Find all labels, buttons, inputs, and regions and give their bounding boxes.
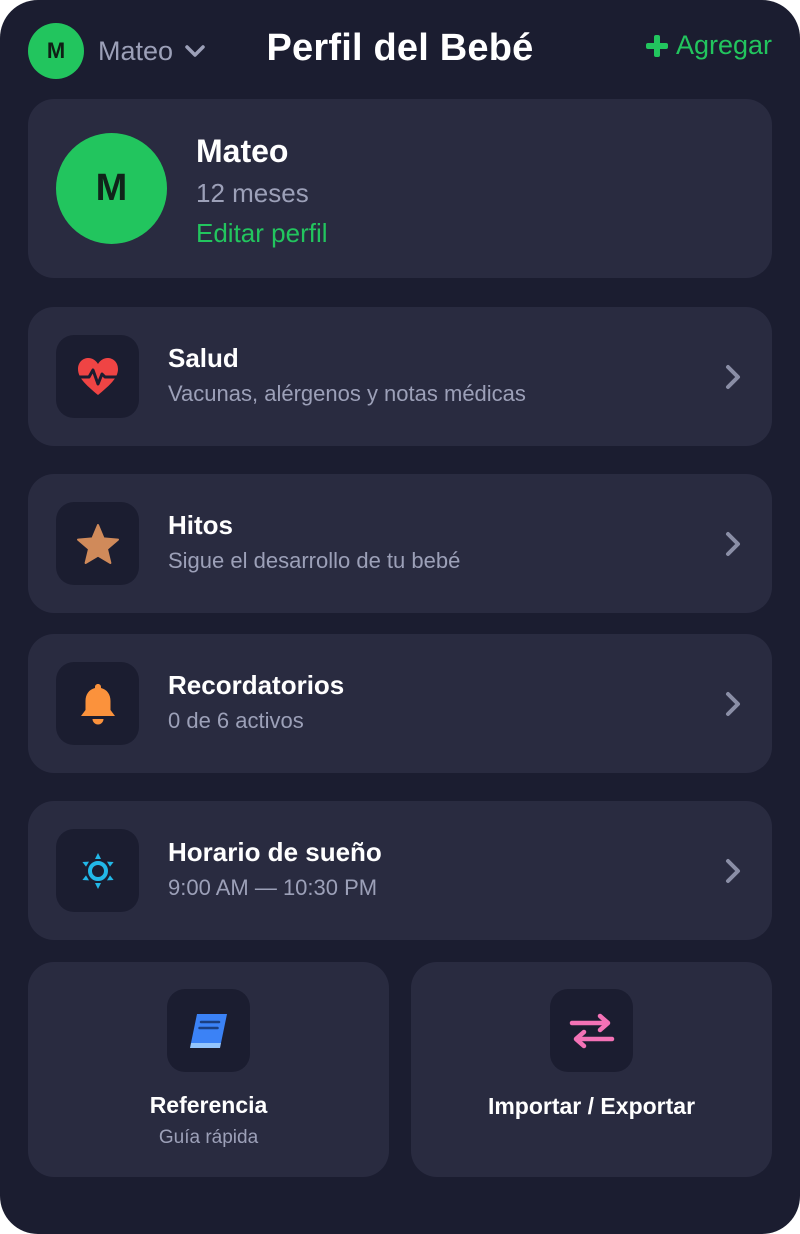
profile-age: 12 meses (196, 178, 309, 208)
profile-card: M Mateo 12 meses Editar perfil (28, 99, 772, 278)
menu-item-subtitle: 9:00 AM — 10:30 PM (168, 875, 378, 900)
menu-item-horario-de-sueno[interactable]: Horario de sueño 9:00 AM — 10:30 PM (28, 801, 772, 940)
bell-icon (80, 683, 115, 724)
chevron-right-icon (720, 363, 746, 391)
top-bar: M Mateo Perfil del Bebé Agregar (0, 0, 800, 100)
chevron-right-icon (720, 857, 746, 885)
profile-name: Mateo (196, 133, 289, 169)
plus-icon (645, 34, 668, 57)
chevron-right-icon (720, 690, 746, 718)
menu-item-subtitle: Vacunas, alérgenos y notas médicas (168, 381, 526, 406)
menu-item-title: Recordatorios (168, 670, 345, 700)
app-screen: M Mateo Perfil del Bebé Agregar M Mateo … (0, 0, 800, 1234)
tile-icon-box (167, 989, 250, 1072)
menu-item-title: Hitos (168, 510, 233, 540)
tile-referencia[interactable]: Referencia Guía rápida (28, 962, 389, 1177)
row-icon-tile (56, 335, 139, 418)
tile-importar-exportar[interactable]: Importar / Exportar (411, 962, 772, 1177)
menu-item-subtitle: Sigue el desarrollo de tu bebé (168, 548, 461, 573)
tile-icon-box (550, 989, 633, 1072)
sun-icon (81, 852, 114, 889)
add-baby-button[interactable]: Agregar (645, 30, 772, 61)
tile-title: Referencia (149, 1092, 268, 1118)
add-button-label: Agregar (675, 30, 772, 60)
menu-item-title: Salud (168, 343, 239, 373)
edit-profile-link[interactable]: Editar perfil (196, 218, 328, 249)
tile-subtitle: Guía rápida (158, 1127, 259, 1148)
menu-item-subtitle: 0 de 6 activos (168, 708, 304, 733)
tile-title: Importar / Exportar (487, 1093, 696, 1119)
chevron-right-icon (720, 530, 746, 558)
menu-item-salud[interactable]: Salud Vacunas, alérgenos y notas médicas (28, 307, 772, 446)
row-icon-tile (56, 662, 139, 745)
baby-avatar: M (56, 133, 167, 244)
heart-pulse-icon (76, 357, 119, 395)
menu-item-hitos[interactable]: Hitos Sigue el desarrollo de tu bebé (28, 474, 772, 613)
row-icon-tile (56, 829, 139, 912)
row-icon-tile (56, 502, 139, 585)
menu-item-recordatorios[interactable]: Recordatorios 0 de 6 activos (28, 634, 772, 773)
menu-item-title: Horario de sueño (168, 837, 382, 867)
star-icon (76, 523, 119, 564)
book-icon (189, 1013, 227, 1048)
swap-arrows-icon (569, 1013, 614, 1048)
